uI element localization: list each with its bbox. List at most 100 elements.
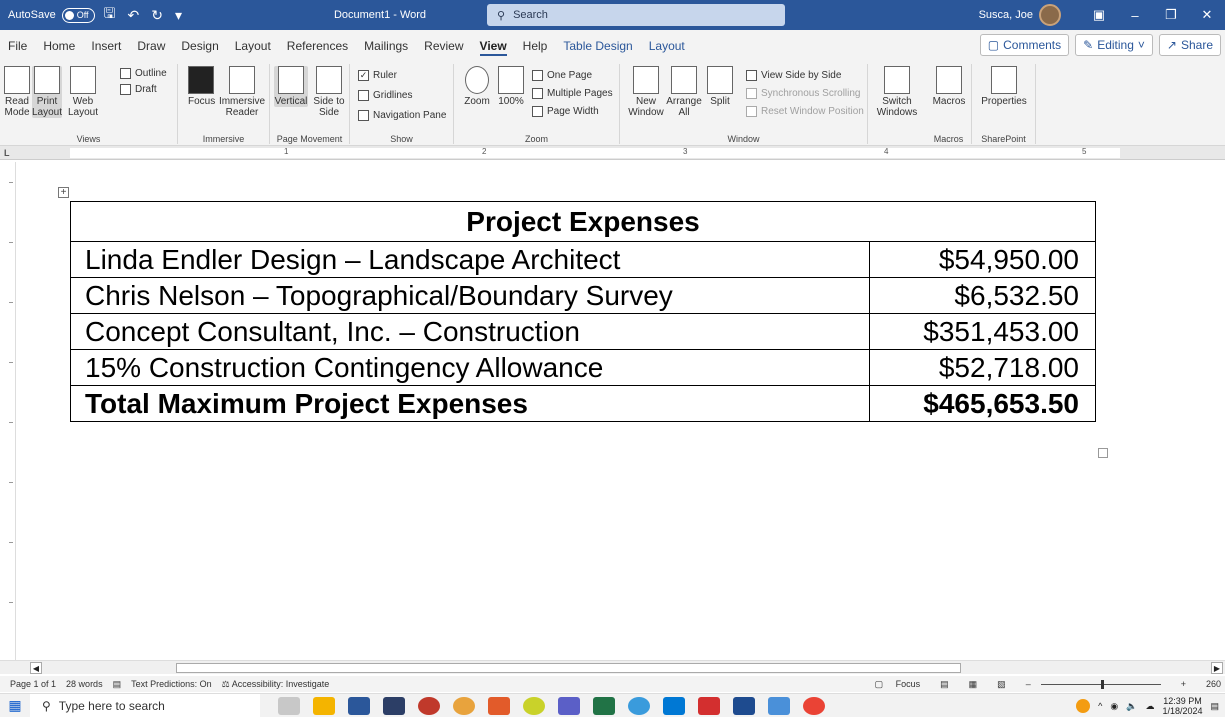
editing-button[interactable]: ✎ Editing ˅ [1075,34,1153,56]
save-icon[interactable]: 🖫 [101,3,119,27]
lightroom-app-icon[interactable] [383,696,405,715]
print-layout-view-icon[interactable]: ▦ [969,679,978,690]
web-layout-button[interactable]: Web Layout [66,66,100,118]
total-amount-cell[interactable]: $465,653.50 [869,385,1096,422]
tab-references[interactable]: References [279,30,356,62]
avatar[interactable] [1039,4,1061,26]
expense-item-cell[interactable]: Chris Nelson – Topographical/Boundary Su… [70,277,870,314]
autosave-toggle[interactable]: Off [61,7,95,23]
one-page-button[interactable]: One Page [532,70,592,81]
acrobat-app-icon[interactable] [698,696,720,715]
total-label-cell[interactable]: Total Maximum Project Expenses [70,385,870,422]
new-window-button[interactable]: New Window [626,66,666,118]
chevron-up-icon[interactable]: ^ [1098,701,1102,711]
comments-button[interactable]: ▢ Comments [979,34,1070,56]
table-move-handle-icon[interactable]: + [58,187,69,198]
app-icon[interactable] [768,696,790,715]
tab-selector-icon[interactable]: L [4,148,14,158]
macros-button[interactable]: Macros [932,66,966,107]
user-name[interactable]: Susca, Joe [979,9,1033,21]
close-icon[interactable]: ✕ [1189,0,1225,30]
proofing-icon[interactable]: ▤ [113,679,122,690]
notifications-icon[interactable]: ▤ [1210,701,1219,712]
split-button[interactable]: Split [706,66,734,107]
immersive-reader-button[interactable]: Immersive Reader [218,66,266,118]
accessibility-status[interactable]: Accessibility: Investigate [232,679,330,689]
zoom-level[interactable]: 260 [1206,679,1221,689]
security-app-icon[interactable] [418,696,440,715]
taskbar-search-box[interactable]: ⚲ Type here to search [30,693,260,717]
scroll-left-icon[interactable]: ◀ [30,662,42,674]
navigation-pane-checkbox[interactable]: Navigation Pane [358,110,446,121]
switch-windows-button[interactable]: Switch Windows [874,66,920,118]
tab-insert[interactable]: Insert [83,30,129,62]
app-icon[interactable] [523,696,545,715]
volume-icon[interactable]: 🔈 [1126,701,1137,712]
expense-amount-cell[interactable]: $52,718.00 [869,349,1096,386]
zoom-100-button[interactable]: 100% [496,66,526,107]
page-count[interactable]: Page 1 of 1 [10,679,56,689]
minimize-icon[interactable]: – [1117,0,1153,30]
properties-button[interactable]: Properties [978,66,1030,107]
draft-button[interactable]: Draft [120,84,157,95]
tab-layout[interactable]: Layout [227,30,279,62]
ribbon-display-icon[interactable]: ▣ [1081,0,1117,30]
gridlines-checkbox[interactable]: Gridlines [358,90,412,101]
table-resize-handle[interactable] [1098,448,1108,458]
edge-app-icon[interactable] [628,696,650,715]
arrange-all-button[interactable]: Arrange All [666,66,702,118]
tab-file[interactable]: File [0,30,35,62]
tab-draw[interactable]: Draw [129,30,173,62]
notification-app-icon[interactable] [1076,699,1091,713]
read-mode-button[interactable]: Read Mode [4,66,30,118]
clock[interactable]: 12:39 PM 1/18/2024 [1162,696,1202,716]
ruler-checkbox[interactable]: ✓ Ruler [358,70,397,81]
scrollbar-thumb[interactable] [176,663,961,673]
app-icon[interactable] [488,696,510,715]
web-layout-view-icon[interactable]: ▧ [997,679,1006,690]
file-explorer-icon[interactable] [313,696,335,715]
focus-mode-button[interactable]: ▢ Focus [865,679,921,690]
zoom-in-icon[interactable]: + [1181,679,1186,689]
task-view-icon[interactable] [278,696,300,715]
redo-icon[interactable]: ↻ [148,7,166,24]
tab-table-layout[interactable]: Layout [641,30,693,62]
zoom-out-icon[interactable]: – [1026,679,1031,689]
side-to-side-button[interactable]: Side to Side [312,66,346,118]
table-title-cell[interactable]: Project Expenses [70,201,1096,242]
expense-amount-cell[interactable]: $54,950.00 [869,241,1096,278]
expense-item-cell[interactable]: Concept Consultant, Inc. – Construction [70,313,870,350]
undo-icon[interactable]: ↶ [124,7,142,24]
zoom-slider[interactable] [1040,679,1161,689]
network-icon[interactable]: ◉ [1110,701,1118,712]
expense-item-cell[interactable]: 15% Construction Contingency Allowance [70,349,870,386]
document-canvas[interactable]: + Project Expenses Linda Endler Design –… [18,160,1218,660]
read-mode-view-icon[interactable]: ▤ [940,679,949,690]
word-app-icon[interactable] [348,696,370,715]
outline-button[interactable]: Outline [120,68,167,79]
maximize-icon[interactable]: ❐ [1153,0,1189,30]
expense-item-cell[interactable]: Linda Endler Design – Landscape Architec… [70,241,870,278]
outlook-app-icon[interactable] [663,696,685,715]
horizontal-scrollbar[interactable]: ◀ ▶ [0,660,1225,674]
multiple-pages-button[interactable]: Multiple Pages [532,88,613,99]
chrome-app-icon[interactable] [453,696,475,715]
vertical-button[interactable]: Vertical [274,66,308,107]
tab-design[interactable]: Design [173,30,226,62]
cloud-icon[interactable]: ☁ [1145,701,1154,712]
expenses-table[interactable]: Project Expenses Linda Endler Design – L… [70,201,1096,422]
expense-amount-cell[interactable]: $6,532.50 [869,277,1096,314]
synchronous-scrolling-button[interactable]: Synchronous Scrolling [746,88,861,99]
tab-help[interactable]: Help [515,30,556,62]
search-box[interactable]: ⚲ Search [487,4,785,26]
tab-view[interactable]: View [472,30,515,62]
customize-qat-icon[interactable]: ▾ [172,7,185,24]
app-icon[interactable] [803,696,825,715]
reset-window-position-button[interactable]: Reset Window Position [746,106,864,117]
app-icon[interactable] [733,696,755,715]
print-layout-button[interactable]: Print Layout [32,66,62,118]
zoom-button[interactable]: Zoom [462,66,492,107]
word-count[interactable]: 28 words [66,679,103,689]
view-side-by-side-button[interactable]: View Side by Side [746,70,841,81]
text-predictions[interactable]: Text Predictions: On [131,679,212,689]
